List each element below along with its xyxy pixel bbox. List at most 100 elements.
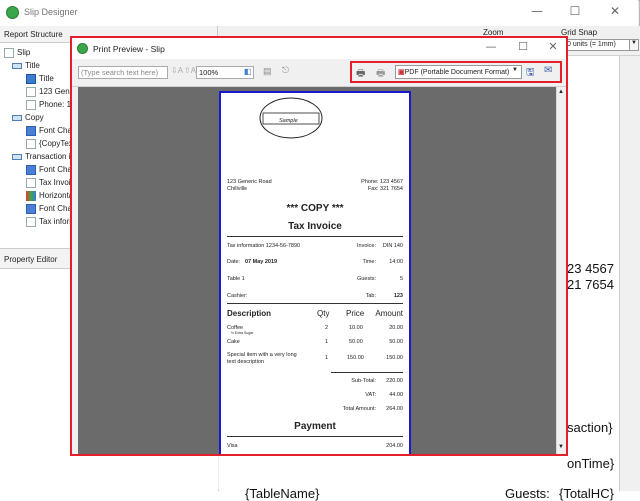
address-line-2: Chillville: [227, 186, 248, 192]
text-icon: [26, 99, 36, 110]
page-layout-icon[interactable]: ▤: [263, 66, 272, 77]
search-input[interactable]: (Type search text here): [78, 66, 168, 79]
app-title: Slip Designer: [24, 7, 78, 17]
item-price: 50.00: [349, 339, 363, 345]
text-icon: [26, 177, 36, 188]
font-icon: [26, 203, 36, 214]
total-value: 264.00: [386, 406, 403, 412]
item-price: 10.00: [349, 325, 363, 331]
item-desc-line-2: text description: [227, 359, 264, 365]
band-icon: [12, 62, 22, 69]
pdf-icon: ▣: [398, 69, 405, 76]
tax-info: Tax information 1234-56-7890: [227, 243, 301, 249]
tree-item-transaction-band[interactable]: Transaction in: [12, 150, 75, 163]
print-icon[interactable]: 🖶: [356, 66, 365, 83]
payment-heading: Payment: [294, 421, 336, 432]
minimize-button[interactable]: —: [522, 4, 552, 18]
report-structure-label: Report Structure: [4, 30, 63, 39]
font-icon: [26, 164, 36, 175]
export-toolbar-highlight: 🖶 🖶 ▣PDF (Portable Document Format) ▼ 🖫 …: [350, 61, 562, 83]
col-description: Description: [227, 309, 272, 318]
preview-toolbar: (Type search text here) ⇩A ⇧A 100% ◧ ▤ ⎋…: [72, 59, 566, 87]
design-transaction: saction}: [567, 420, 613, 435]
design-guests: Guests:: [505, 486, 550, 501]
grid-snap-select[interactable]: 0 units (= 1mm): [564, 39, 630, 51]
subtotal-value: 220.00: [386, 378, 403, 384]
address-line-1: 123 Generic Road: [227, 179, 272, 185]
dialog-close-button[interactable]: ✕: [538, 40, 568, 53]
payment-method: Visa: [227, 443, 238, 449]
find-previous-icon[interactable]: ⇧A: [184, 66, 196, 75]
guests-value: 5: [399, 276, 403, 282]
item-qty: 2: [325, 325, 329, 331]
find-next-icon[interactable]: ⇩A: [171, 66, 183, 75]
close-button[interactable]: ✕: [600, 4, 630, 18]
total-label: Total Amount:: [342, 406, 376, 412]
item-note: ½ Extra Sugar: [231, 331, 254, 335]
save-icon[interactable]: 🖫: [526, 65, 535, 82]
cashier-label: Cashier:: [227, 293, 248, 299]
col-qty: Qty: [317, 309, 330, 318]
item-amount: 150.00: [386, 355, 403, 361]
table-text: Table 1: [227, 276, 245, 282]
app-icon: [77, 43, 88, 54]
col-price: Price: [346, 309, 365, 318]
design-fax: 21 7654: [567, 277, 614, 292]
chevron-down-icon[interactable]: ▼: [629, 39, 639, 51]
tree-item-copy-band[interactable]: Copy: [12, 111, 44, 124]
scroll-down-icon[interactable]: ▼: [558, 444, 564, 450]
dialog-title: Print Preview - Slip: [93, 44, 165, 54]
page-setup-icon[interactable]: ⎋: [282, 65, 289, 76]
scroll-up-icon[interactable]: ▲: [558, 89, 564, 95]
fax-text: Fax: 321 7654: [367, 186, 403, 192]
date-value: 07 May 2019: [245, 259, 278, 265]
line-icon: [26, 190, 36, 201]
dialog-maximize-button[interactable]: ☐: [508, 40, 538, 53]
invoice-value: DIN 140: [382, 243, 403, 249]
col-amount: Amount: [375, 309, 403, 318]
app-icon: [6, 6, 19, 19]
copy-text: *** COPY ***: [286, 203, 344, 214]
tab-label: Tab:: [365, 293, 376, 299]
invoice-label: Invoice:: [357, 243, 376, 249]
item-desc: Cake: [227, 339, 240, 345]
dialog-minimize-button[interactable]: —: [476, 40, 506, 53]
item-qty: 1: [325, 339, 329, 345]
tree-item-title[interactable]: Title: [26, 72, 54, 85]
time-label: Time:: [362, 259, 376, 265]
font-icon: [26, 125, 36, 136]
text-icon: [26, 216, 36, 227]
tree-item-title-band[interactable]: Title: [12, 59, 40, 72]
tab-value: 123: [393, 293, 403, 299]
separator-line: [227, 436, 403, 437]
zoom-fit-icon[interactable]: ◧: [244, 67, 252, 76]
report-icon: [4, 47, 14, 58]
separator-line: [227, 303, 403, 304]
chevron-down-icon[interactable]: ▼: [511, 67, 519, 75]
email-icon[interactable]: ✉: [544, 65, 552, 76]
tree-item-slip[interactable]: Slip: [4, 46, 30, 59]
vat-label: VAT:: [365, 392, 376, 398]
item-price: 150.00: [347, 355, 364, 361]
band-icon: [12, 114, 22, 121]
design-time: onTime}: [567, 456, 615, 471]
designer-scrollbar[interactable]: [619, 56, 640, 491]
app-title-bar: Slip Designer — ☐ ✕: [0, 0, 638, 26]
date-label: Date:: [227, 259, 241, 265]
text-icon: [26, 138, 36, 149]
print-preview-dialog: Print Preview - Slip — ☐ ✕ (Type search …: [70, 36, 568, 456]
phone-text: Phone: 123 4567: [361, 179, 403, 185]
title-icon: [26, 73, 36, 84]
quick-print-icon[interactable]: 🖶: [376, 66, 385, 83]
preview-scrollbar[interactable]: ▲ ▼: [556, 87, 566, 454]
vat-value: 44.00: [389, 392, 403, 398]
item-amount: 20.00: [389, 325, 403, 331]
band-icon: [12, 153, 22, 160]
separator-line: [227, 236, 403, 237]
separator-line: [331, 372, 403, 373]
time-value: 14:00: [389, 259, 403, 265]
logo-text: Sample: [279, 118, 298, 124]
export-format-select[interactable]: ▣PDF (Portable Document Format): [395, 65, 522, 79]
design-totalhc: {TotalHC}: [559, 486, 614, 501]
maximize-button[interactable]: ☐: [560, 4, 590, 18]
